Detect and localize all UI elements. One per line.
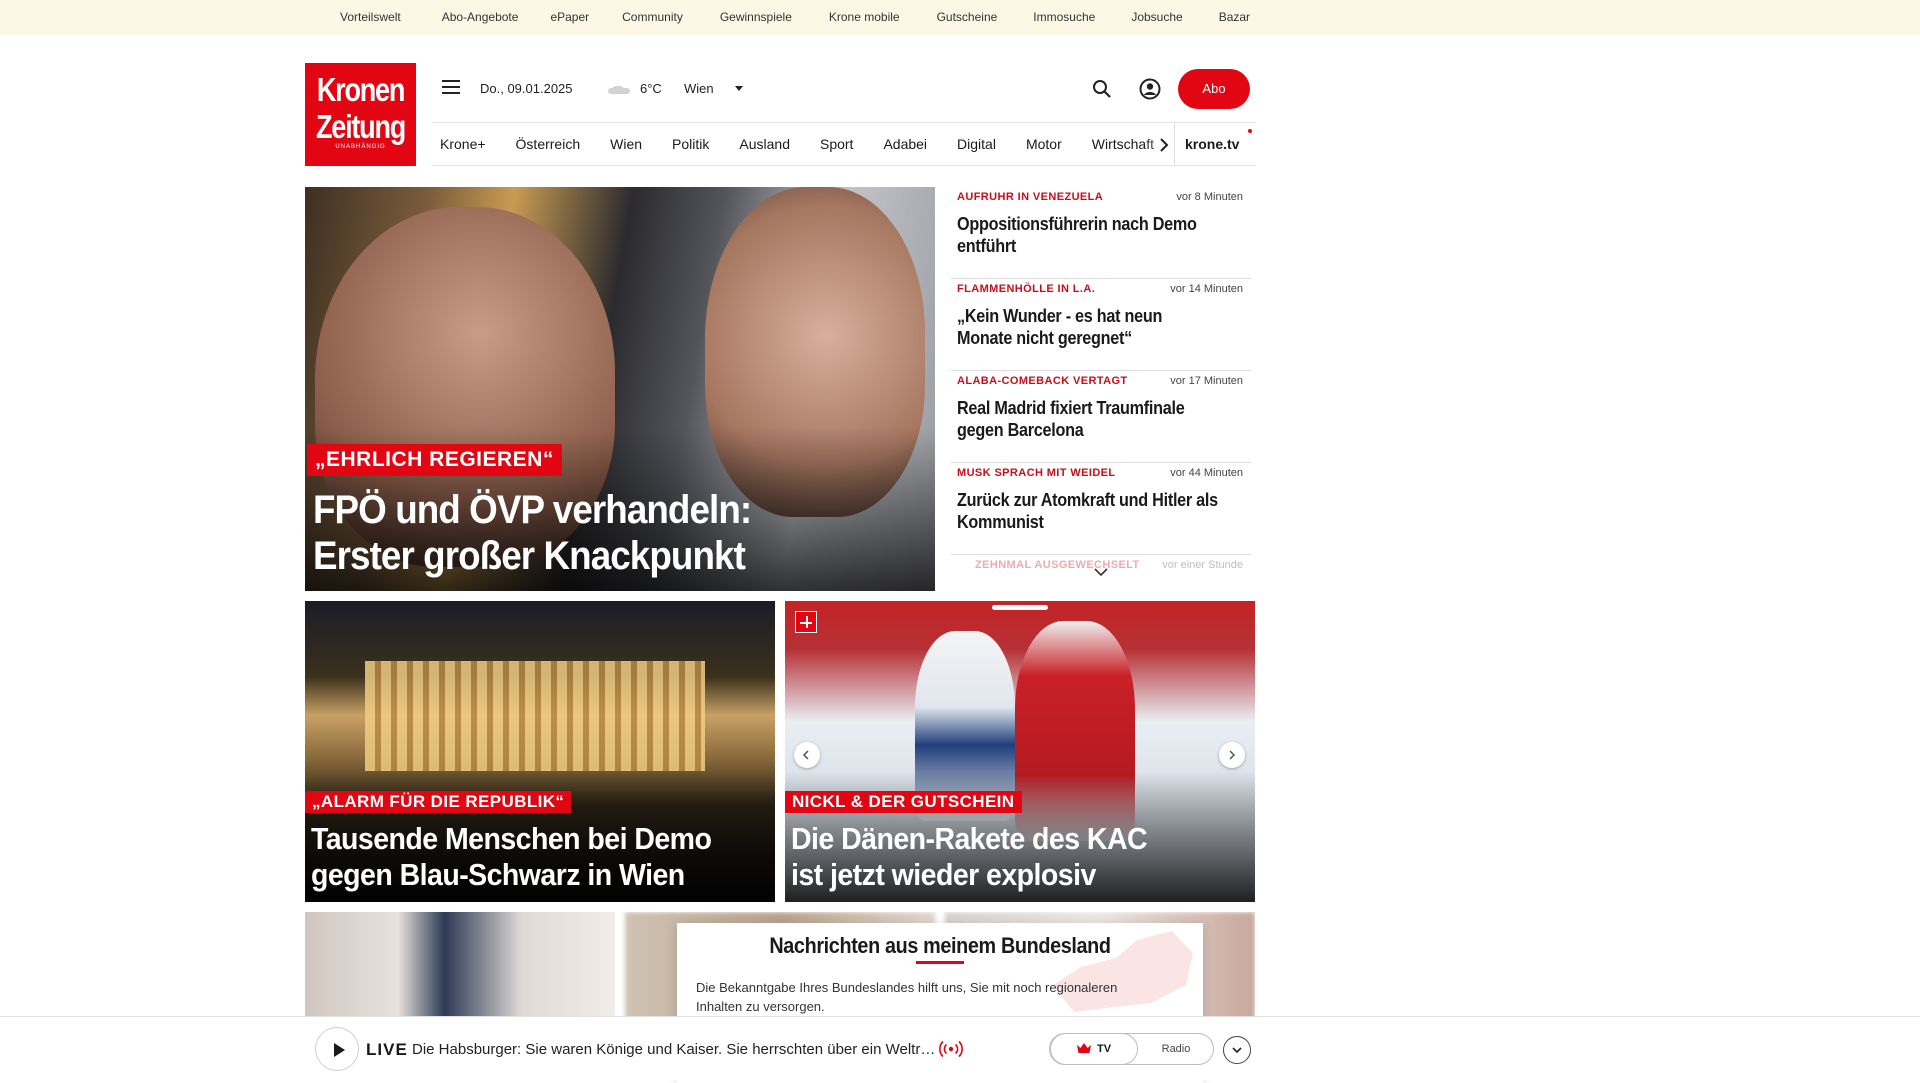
hero-kicker: „EHRLICH REGIEREN“ xyxy=(307,444,562,476)
kronen-zeitung-logo[interactable]: Kronen Zeitung UNABHÄNGIG xyxy=(305,63,416,166)
hero-title-line-2: Erster großer Knackpunkt xyxy=(313,534,746,578)
ticker-item[interactable]: ALABA-COMEBACK VERTAGT vor 17 Minuten Re… xyxy=(951,371,1251,463)
nav-item[interactable]: Ausland xyxy=(739,123,790,165)
utility-link[interactable]: Jobsuche xyxy=(1131,10,1182,24)
play-icon xyxy=(334,1043,345,1057)
teaser-title: Tausende Menschen bei Demo gegen Blau-Sc… xyxy=(311,821,734,893)
chevron-down-icon[interactable] xyxy=(1094,567,1108,577)
teaser-kicker: NICKL & DER GUTSCHEIN xyxy=(785,791,1022,813)
teaser-image-building xyxy=(365,661,705,771)
utility-link[interactable]: Bazar xyxy=(1219,10,1250,24)
hero-article[interactable]: „EHRLICH REGIEREN“ FPÖ und ÖVP verhandel… xyxy=(305,187,935,591)
crown-icon xyxy=(1076,1043,1091,1053)
ticker-headline: „Kein Wunder - es hat neun Monate nicht … xyxy=(957,306,1163,348)
chevron-down-icon xyxy=(1232,1047,1242,1054)
cloud-icon xyxy=(608,84,630,94)
search-icon[interactable] xyxy=(1092,79,1112,99)
slider-next-button[interactable] xyxy=(1219,742,1245,768)
nav-item[interactable]: Adabei xyxy=(883,123,927,165)
slider-prev-button[interactable] xyxy=(794,742,820,768)
broadcast-icon xyxy=(939,1040,963,1058)
radio-option[interactable]: Radio xyxy=(1138,1034,1214,1064)
ticker-kicker: ALABA-COMEBACK VERTAGT xyxy=(957,375,1128,387)
ticker-kicker: ZEHNMAL AUSGEWECHSELT xyxy=(975,559,1140,571)
krone-plus-icon xyxy=(795,611,817,633)
utility-link[interactable]: Immosuche xyxy=(1033,10,1095,24)
logo-line-1: Kronen xyxy=(316,71,406,108)
nav-item[interactable]: Digital xyxy=(957,123,996,165)
teaser-title: Die Dänen-Rakete des KAC ist jetzt wiede… xyxy=(791,821,1214,893)
utility-links: Vorteilswelt Abo-Angebote ePaper Community G… xyxy=(340,10,1250,24)
news-ticker: AUFRUHR IN VENEZUELA vor 8 Minuten Oppos… xyxy=(951,187,1251,587)
utility-link[interactable]: Krone mobile xyxy=(829,10,900,24)
chevron-down-icon[interactable] xyxy=(735,86,743,91)
ticker-time: vor 14 Minuten xyxy=(1170,283,1243,295)
nav-item[interactable]: Motor xyxy=(1026,123,1062,165)
teaser-demo[interactable]: „ALARM FÜR DIE REPUBLIK“ Tausende Mensch… xyxy=(305,601,775,902)
slider-pager[interactable] xyxy=(992,605,1048,610)
dialog-text: Die Bekanntgabe Ihres Bundeslandes hilft… xyxy=(696,980,1118,1014)
now-playing-title[interactable]: Die Habsburger: Sie waren Könige und Kai… xyxy=(412,1041,936,1058)
nav-item[interactable]: Politik xyxy=(672,123,709,165)
nav-item[interactable]: Österreich xyxy=(516,123,581,165)
ticker-kicker: FLAMMENHÖLLE IN L.A. xyxy=(957,283,1096,295)
logo-line-2: Zeitung xyxy=(315,108,406,145)
hero-title[interactable]: FPÖ und ÖVP verhandeln: Erster großer Kn… xyxy=(313,487,865,579)
utility-link[interactable]: Community xyxy=(622,10,683,24)
ticker-headline: Real Madrid fixiert Traumfinale gegen Ba… xyxy=(957,398,1185,440)
ticker-time: vor 44 Minuten xyxy=(1170,467,1243,479)
ticker-time: vor einer Stunde xyxy=(1162,559,1243,571)
live-indicator-dot xyxy=(1248,129,1252,133)
live-player-bar: LIVE Die Habsburger: Sie waren Könige un… xyxy=(0,1016,1920,1080)
nav-items: Krone+ Österreich Wien Politik Ausland Sport A… xyxy=(440,123,1184,165)
temperature: 6°C xyxy=(640,81,662,96)
chevron-left-icon xyxy=(802,750,809,760)
hero-title-line-1: FPÖ und ÖVP verhandeln: xyxy=(313,488,752,532)
nav-item[interactable]: Wien xyxy=(610,123,642,165)
title-underline xyxy=(916,961,964,964)
abo-button[interactable]: Abo xyxy=(1178,69,1250,109)
teaser-title-line-2: ist jetzt wieder explosiv xyxy=(791,857,1096,892)
teaser-kac[interactable]: NICKL & DER GUTSCHEIN Die Dänen-Rakete d… xyxy=(785,601,1255,902)
nav-item[interactable]: Sport xyxy=(820,123,853,165)
ticker-time: vor 17 Minuten xyxy=(1170,375,1243,387)
expand-player-button[interactable] xyxy=(1223,1036,1251,1064)
teaser-title-line-1: Die Dänen-Rakete des KAC xyxy=(791,821,1148,856)
current-date: Do., 09.01.2025 xyxy=(480,81,573,96)
utility-link[interactable]: Vorteilswelt xyxy=(340,10,401,24)
chevron-right-icon xyxy=(1229,750,1236,760)
user-account-icon[interactable] xyxy=(1139,78,1161,100)
ticker-item[interactable]: MUSK SPRACH MIT WEIDEL vor 44 Minuten Zu… xyxy=(951,463,1251,555)
chevron-right-icon[interactable] xyxy=(1154,135,1174,155)
city-selector[interactable]: Wien xyxy=(684,81,714,96)
live-label: LIVE xyxy=(366,1040,408,1059)
ticker-kicker: MUSK SPRACH MIT WEIDEL xyxy=(957,467,1116,479)
ticker-headline: Oppositionsführerin nach Demo entführt xyxy=(957,214,1197,256)
ticker-item[interactable]: AUFRUHR IN VENEZUELA vor 8 Minuten Oppos… xyxy=(951,187,1251,279)
play-button[interactable] xyxy=(315,1027,359,1071)
tv-option-label: TV xyxy=(1096,1043,1112,1055)
ticker-headline: Zurück zur Atomkraft und Hitler als Komm… xyxy=(957,490,1218,532)
utility-link[interactable]: ePaper xyxy=(550,10,589,24)
nav-item[interactable]: Krone+ xyxy=(440,123,486,165)
utility-link[interactable]: Abo-Angebote xyxy=(442,10,519,24)
ticker-kicker: AUFRUHR IN VENEZUELA xyxy=(957,191,1104,203)
main-navigation: Krone+ Österreich Wien Politik Ausland Sport A… xyxy=(432,122,1256,166)
teaser-title-line-1: Tausende Menschen bei Demo xyxy=(311,821,712,856)
tv-option[interactable]: TV xyxy=(1050,1033,1138,1065)
ticker-item[interactable]: FLAMMENHÖLLE IN L.A. vor 14 Minuten „Kei… xyxy=(951,279,1251,371)
tv-radio-toggle[interactable]: TV Radio xyxy=(1049,1033,1214,1065)
dialog-title: Nachrichten aus meinem Bundesland xyxy=(769,933,1111,958)
utility-link[interactable]: Gewinnspiele xyxy=(720,10,792,24)
ticker-time: vor 8 Minuten xyxy=(1176,191,1243,203)
teaser-kicker: „ALARM FÜR DIE REPUBLIK“ xyxy=(305,791,572,813)
utility-bar: Vorteilswelt Abo-Angebote ePaper Community G… xyxy=(0,0,1920,35)
hamburger-menu-icon[interactable] xyxy=(442,80,460,94)
nav-krone-tv[interactable]: krone.tv xyxy=(1174,123,1256,165)
utility-link[interactable]: Gutscheine xyxy=(937,10,998,24)
header-bar: Do., 09.01.2025 6°C Wien Abo xyxy=(432,68,1256,110)
teaser-title-line-2: gegen Blau-Schwarz in Wien xyxy=(311,857,685,892)
